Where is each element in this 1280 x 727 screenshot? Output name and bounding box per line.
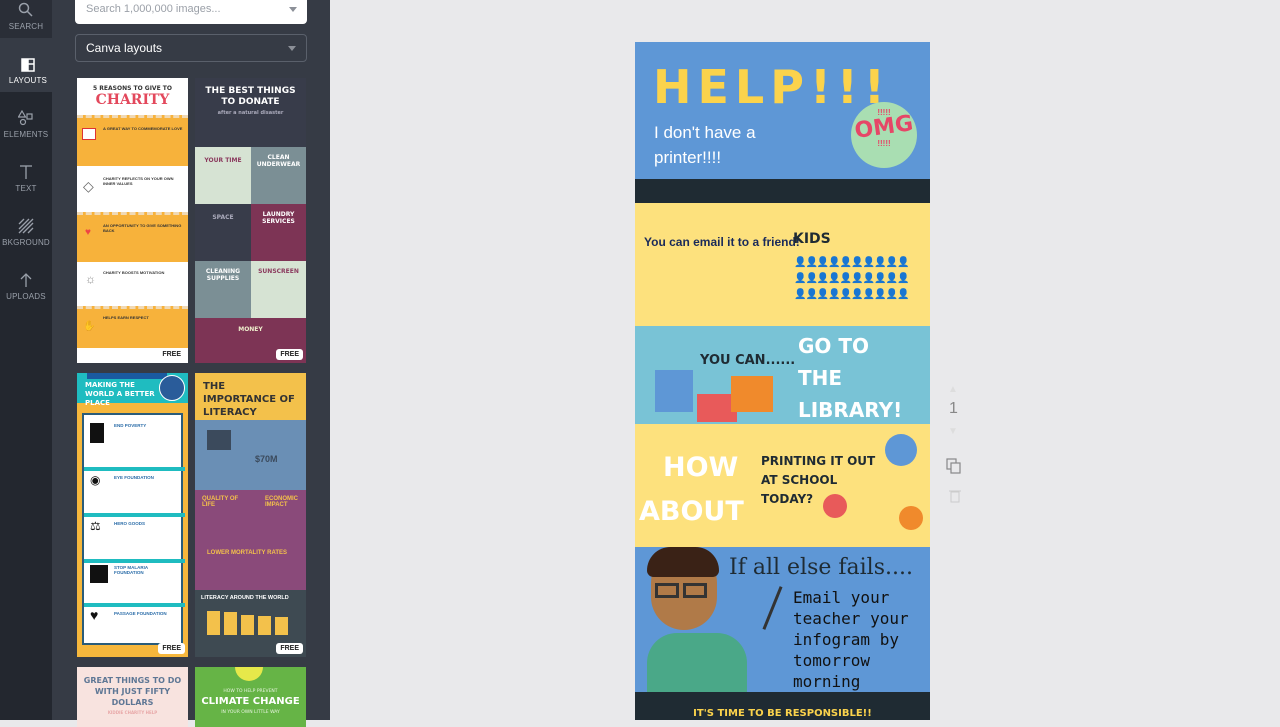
email-teacher-text: Email your teacher your infogram by tomo… bbox=[793, 588, 909, 691]
if-all-else-text: If all else fails.... bbox=[729, 555, 913, 580]
responsible-text: IT'S TIME TO BE RESPONSIBLE!! bbox=[693, 708, 872, 719]
section-teacher[interactable]: If all else fails.... Email your teacher… bbox=[635, 547, 930, 692]
template-row: A GREAT WAY TO COMMEMORATE LOVE bbox=[77, 115, 188, 166]
template-title: MAKING THE WORLD A BETTER PLACE bbox=[85, 381, 155, 407]
text-icon bbox=[20, 165, 32, 179]
ribbon-icon bbox=[885, 434, 917, 466]
layouts-panel: Search 1,000,000 images... Canva layouts… bbox=[52, 0, 330, 727]
kids-label: KIDS bbox=[793, 231, 831, 247]
section-library[interactable]: YOU CAN...... GO TO THE LIBRARY! bbox=[635, 326, 930, 424]
template-climate-change[interactable]: HOW TO HELP PREVENT CLIMATE CHANGE IN YO… bbox=[195, 667, 306, 727]
duplicate-page-icon[interactable] bbox=[946, 458, 962, 479]
free-badge: FREE bbox=[276, 643, 303, 654]
building-icon bbox=[655, 370, 693, 412]
search-icon bbox=[18, 2, 33, 17]
template-title: THE IMPORTANCE OF LITERACY bbox=[203, 381, 295, 418]
dark-divider bbox=[635, 179, 930, 203]
help-heading: HELP!!! bbox=[653, 60, 891, 114]
template-title: 5 REASONS TO GIVE TO bbox=[93, 85, 172, 92]
rail-uploads[interactable]: UPLOADS bbox=[0, 254, 52, 308]
omg-badge: !!!!! OMG !!!!! bbox=[851, 102, 917, 168]
layouts-dropdown[interactable]: Canva layouts bbox=[75, 34, 307, 62]
layouts-dropdown-value: Canva layouts bbox=[86, 41, 163, 55]
globe-icon bbox=[235, 667, 263, 681]
template-title-main: CHARITY bbox=[95, 92, 170, 108]
template-making-world[interactable]: MAKING THE WORLD A BETTER PLACE END POVE… bbox=[77, 373, 188, 657]
page-number: 1 bbox=[949, 400, 958, 417]
template-row: ☼ CHARITY BOOSTS MOTIVATION bbox=[77, 262, 188, 306]
house-icon bbox=[731, 376, 773, 412]
search-placeholder: Search 1,000,000 images... bbox=[86, 3, 221, 15]
elements-icon bbox=[18, 110, 33, 126]
kids-people-icons: 👤👤👤👤👤👤👤👤👤👤 👤👤👤👤👤👤👤👤👤👤 👤👤👤👤👤👤👤👤👤👤 bbox=[794, 257, 910, 300]
rail-text-label: TEXT bbox=[15, 184, 37, 193]
free-badge: FREE bbox=[158, 643, 185, 654]
rail-uploads-label: UPLOADS bbox=[6, 292, 46, 301]
image-search-input[interactable]: Search 1,000,000 images... bbox=[75, 0, 307, 24]
design-page[interactable]: HELP!!! I don't have a printer!!!! !!!!!… bbox=[635, 42, 930, 720]
chevron-down-icon[interactable] bbox=[288, 45, 296, 51]
section-printing[interactable]: HOW ABOUT PRINTING IT OUT AT SCHOOL TODA… bbox=[635, 424, 930, 547]
how-text: HOW bbox=[663, 452, 739, 483]
template-title: GREAT THINGS TO DO WITH JUST FIFTY DOLLA… bbox=[83, 676, 182, 707]
rail-search-label: SEARCH bbox=[8, 22, 44, 31]
section-email[interactable]: You can email it to a friend! KIDS 👤👤👤👤👤… bbox=[635, 203, 930, 326]
template-charity[interactable]: 5 REASONS TO GIVE TO CHARITY A GREAT WAY… bbox=[77, 78, 188, 363]
rail-text[interactable]: TEXT bbox=[0, 146, 52, 200]
mini-bar-chart bbox=[207, 611, 292, 635]
template-row: ♥ AN OPPORTUNITY TO GIVE SOMETHING BACK bbox=[77, 212, 188, 262]
delete-page-icon[interactable] bbox=[949, 489, 961, 508]
template-title: CLIMATE CHANGE bbox=[201, 696, 300, 707]
about-text: ABOUT bbox=[639, 496, 744, 527]
printing-text: PRINTING IT OUT AT SCHOOL TODAY? bbox=[761, 454, 876, 506]
section-responsible[interactable]: IT'S TIME TO BE RESPONSIBLE!! bbox=[635, 692, 930, 720]
move-page-down-icon[interactable]: ▼ bbox=[948, 426, 958, 437]
template-best-things[interactable]: THE BEST THINGS TO DONATE after a natura… bbox=[195, 78, 306, 363]
you-can-text: YOU CAN...... bbox=[700, 353, 796, 368]
side-rail: SEARCH LAYOUTS ELEMENTS TEXT BKGROUND UP… bbox=[0, 0, 56, 720]
rail-layouts[interactable]: LAYOUTS bbox=[0, 38, 56, 92]
rail-background[interactable]: BKGROUND bbox=[0, 200, 52, 254]
template-literacy[interactable]: THE IMPORTANCE OF LITERACY $70M QUALITY … bbox=[195, 373, 306, 657]
template-row: ◇ CHARITY REFLECTS ON YOUR OWN INNER VAL… bbox=[77, 166, 188, 212]
rail-layouts-label: LAYOUTS bbox=[8, 76, 48, 85]
library-text: GO TO THE LIBRARY! bbox=[798, 334, 903, 422]
email-friend-text: You can email it to a friend! bbox=[644, 235, 800, 249]
rail-elements[interactable]: ELEMENTS bbox=[0, 92, 52, 146]
house-icon bbox=[207, 430, 231, 450]
template-fifty-dollars[interactable]: GREAT THINGS TO DO WITH JUST FIFTY DOLLA… bbox=[77, 667, 188, 727]
no-printer-text: I don't have a printer!!!! bbox=[654, 123, 756, 167]
upload-icon bbox=[20, 273, 32, 287]
free-badge: FREE bbox=[158, 349, 185, 360]
template-title: THE BEST THINGS TO DONATE bbox=[205, 86, 296, 107]
ribbon-icon bbox=[899, 506, 923, 530]
rail-search[interactable]: SEARCH bbox=[0, 0, 52, 38]
rail-elements-label: ELEMENTS bbox=[3, 130, 49, 139]
section-help[interactable]: HELP!!! I don't have a printer!!!! !!!!!… bbox=[635, 42, 930, 179]
rail-background-label: BKGROUND bbox=[2, 238, 50, 247]
template-row: ✋ HELPS EARN RESPECT bbox=[77, 306, 188, 348]
background-icon bbox=[18, 218, 34, 234]
ribbon-icon bbox=[823, 494, 847, 518]
free-badge: FREE bbox=[276, 349, 303, 360]
layouts-icon bbox=[21, 58, 35, 72]
globe-icon bbox=[159, 375, 185, 401]
chevron-down-icon[interactable] bbox=[289, 6, 297, 12]
move-page-up-icon[interactable]: ▲ bbox=[948, 384, 958, 395]
